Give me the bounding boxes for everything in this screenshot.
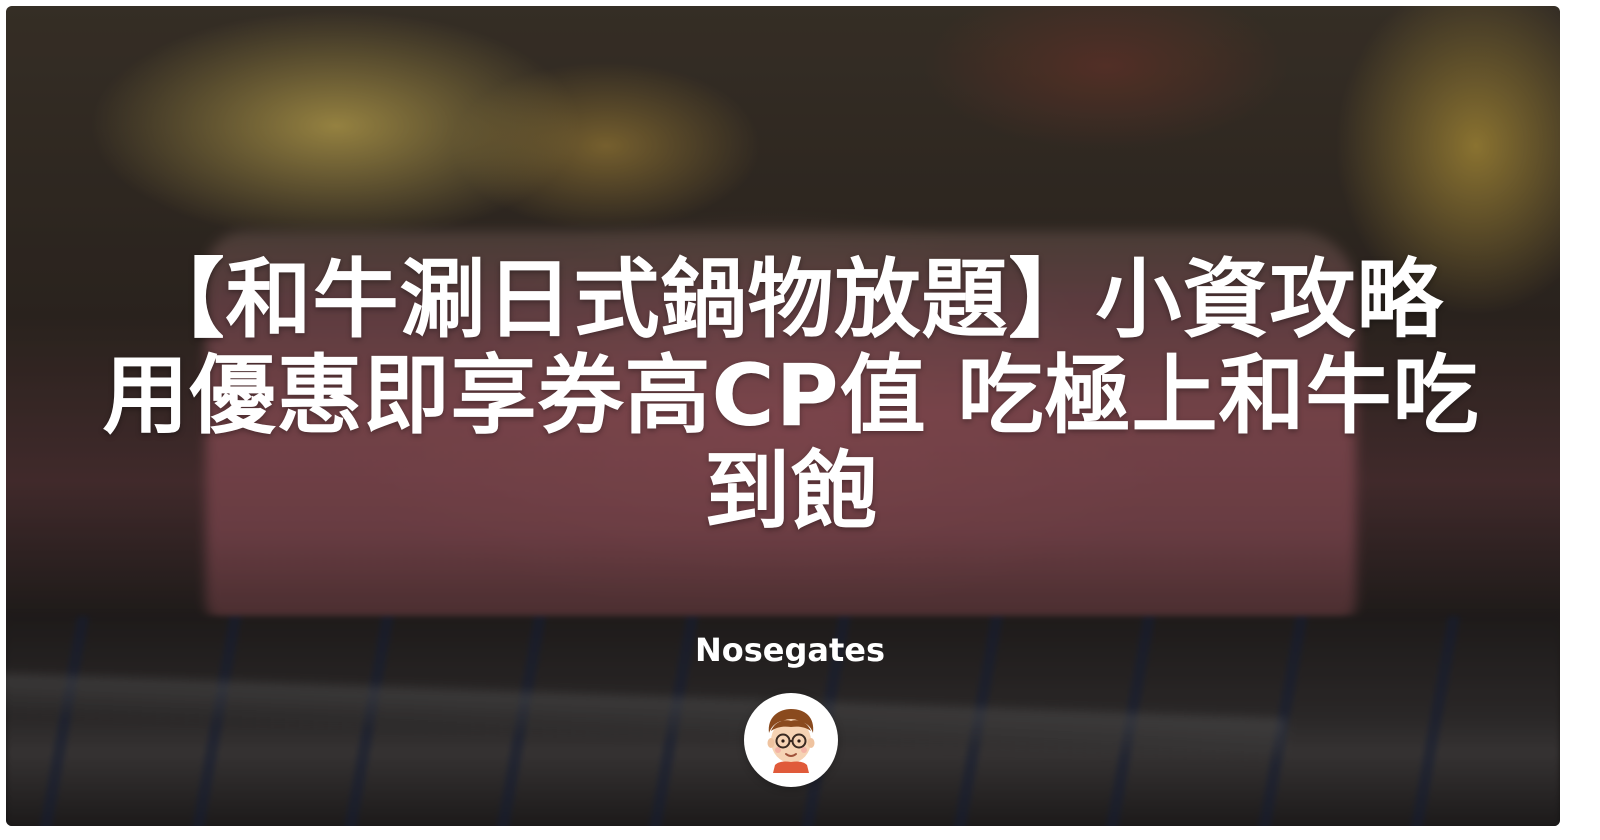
avatar[interactable] (744, 693, 838, 787)
cartoon-face-with-glasses-icon (767, 709, 815, 773)
author-name[interactable]: Nosegates (6, 630, 1560, 670)
cover-card: 【和牛涮日式鍋物放題】小資攻略 用優惠即享券高CP值 吃極上和牛吃到飽 Nose… (6, 6, 1560, 826)
page-title: 【和牛涮日式鍋物放題】小資攻略 用優惠即享券高CP值 吃極上和牛吃到飽 (102, 250, 1480, 542)
